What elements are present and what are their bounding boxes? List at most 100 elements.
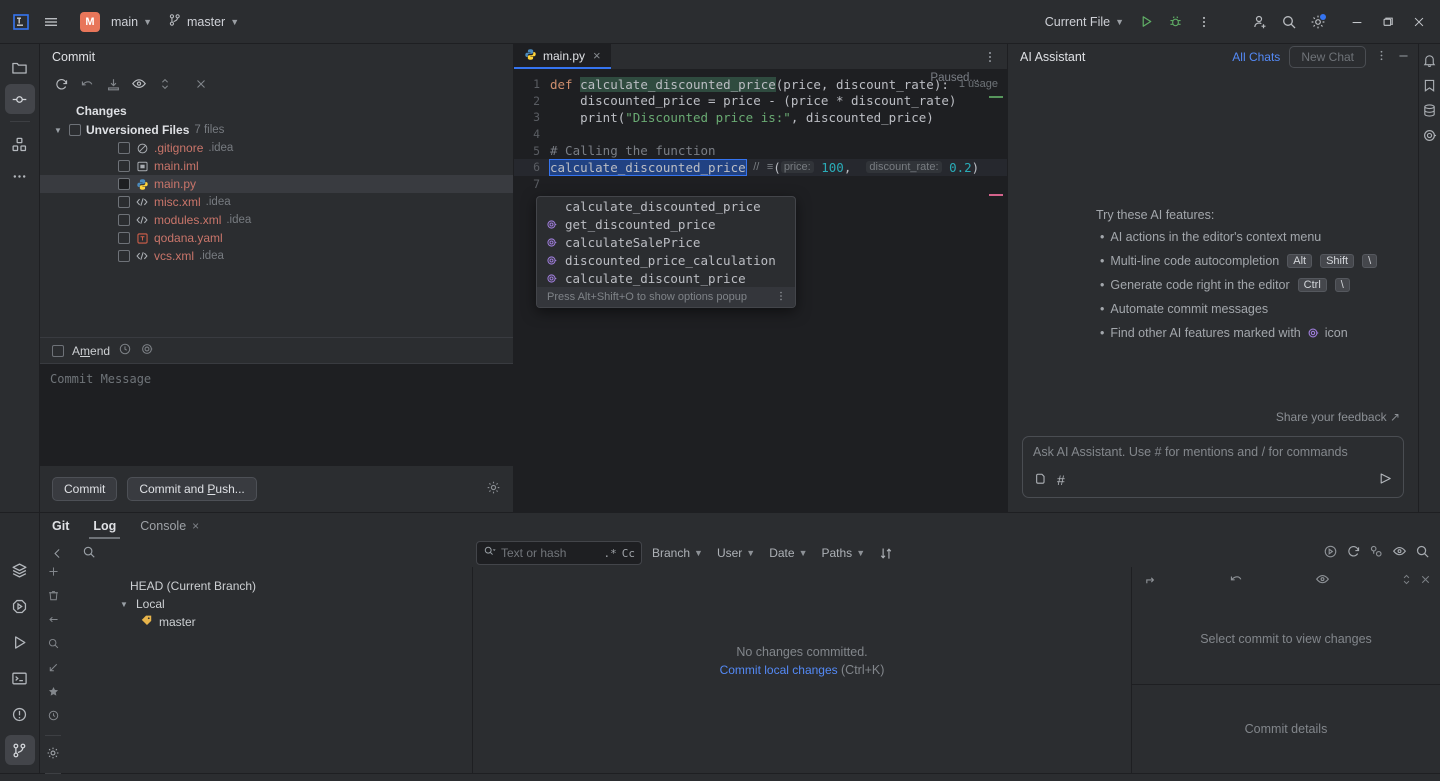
- run-button[interactable]: [1132, 8, 1160, 36]
- search-everywhere-button[interactable]: [1275, 8, 1303, 36]
- sidebar-item-project[interactable]: [5, 52, 35, 82]
- commit-button[interactable]: Commit: [52, 477, 118, 501]
- sidebar-item-terminal[interactable]: [5, 663, 35, 693]
- sidebar-item-run[interactable]: [5, 627, 35, 657]
- commit-local-changes-link[interactable]: Commit local changes: [720, 663, 838, 677]
- notifications-icon[interactable]: [1421, 51, 1439, 69]
- trash-icon[interactable]: [47, 589, 60, 605]
- add-user-button[interactable]: [1246, 8, 1274, 36]
- new-chat-button[interactable]: New Chat: [1289, 46, 1366, 68]
- refresh-icon[interactable]: [1346, 544, 1361, 562]
- sidebar-item-debug[interactable]: [5, 591, 35, 621]
- branch-local-group[interactable]: ▼ Local: [40, 595, 472, 613]
- plus-icon[interactable]: [47, 565, 60, 581]
- up-down-icon[interactable]: [1400, 573, 1413, 589]
- rollback-icon[interactable]: [76, 73, 98, 95]
- shelve-icon[interactable]: [102, 73, 124, 95]
- list-item[interactable]: main.py: [40, 175, 513, 193]
- sidebar-item-services[interactable]: [5, 555, 35, 585]
- autocomplete-item[interactable]: get_discounted_price: [537, 215, 795, 233]
- list-item[interactable]: .gitignore .idea: [40, 139, 513, 157]
- file-checkbox[interactable]: [118, 250, 130, 262]
- ai-prompt-input[interactable]: Ask AI Assistant. Use # for mentions and…: [1022, 436, 1404, 498]
- filter-date[interactable]: Date ▼: [765, 546, 811, 560]
- commit-message-input[interactable]: Commit Message: [40, 363, 513, 466]
- collapse-branches-button[interactable]: [46, 542, 68, 564]
- maximize-button[interactable]: [1373, 7, 1403, 37]
- ai-icon[interactable]: [140, 342, 154, 359]
- file-checkbox[interactable]: [118, 178, 130, 190]
- commit-and-push-button[interactable]: Commit and Push...: [127, 477, 257, 501]
- file-checkbox[interactable]: [118, 160, 130, 172]
- list-item[interactable]: qodana.yaml: [40, 229, 513, 247]
- autocomplete-item[interactable]: calculate_discounted_price: [537, 197, 795, 215]
- close-icon[interactable]: ×: [593, 48, 601, 63]
- autocomplete-item[interactable]: discounted_price_calculation: [537, 251, 795, 269]
- code-editor[interactable]: Paused... 1 def calculate_discounted_pri…: [514, 70, 1007, 512]
- file-checkbox[interactable]: [118, 196, 130, 208]
- run-configuration-selector[interactable]: Current File ▼: [1038, 11, 1131, 33]
- go-to-icon[interactable]: [1323, 544, 1338, 562]
- branch-selector[interactable]: master ▼: [161, 9, 246, 34]
- group-checkbox[interactable]: [69, 124, 81, 136]
- tab-log[interactable]: Log: [83, 513, 126, 539]
- amend-checkbox[interactable]: [52, 344, 64, 357]
- compare-icon[interactable]: [1369, 544, 1384, 562]
- expand-icon[interactable]: [1132, 572, 1159, 590]
- refresh-icon[interactable]: [50, 73, 72, 95]
- autocomplete-popup[interactable]: calculate_discounted_price get_discounte…: [536, 196, 796, 308]
- hamburger-menu-icon[interactable]: [37, 8, 65, 36]
- branch-head-row[interactable]: HEAD (Current Branch): [40, 577, 472, 595]
- database-icon[interactable]: [1421, 101, 1439, 119]
- editor-options-button[interactable]: [973, 44, 1007, 69]
- revert-icon[interactable]: [1229, 572, 1244, 590]
- expand-collapse-icon[interactable]: [154, 73, 176, 95]
- case-toggle[interactable]: Cc: [622, 547, 635, 560]
- search-dropdown-icon[interactable]: [483, 545, 496, 561]
- commit-search-input[interactable]: Text or hash .* Cc: [476, 541, 642, 565]
- editor-marker-bar[interactable]: [983, 70, 1003, 512]
- list-item[interactable]: misc.xml .idea: [40, 193, 513, 211]
- close-icon[interactable]: [190, 73, 212, 95]
- search-icon[interactable]: [47, 637, 60, 653]
- diagonal-arrow-icon[interactable]: [47, 661, 60, 677]
- hash-icon[interactable]: #: [1057, 472, 1065, 488]
- list-item[interactable]: main.iml: [40, 157, 513, 175]
- show-diff-icon[interactable]: [128, 73, 150, 95]
- sidebar-item-git[interactable]: [4, 735, 35, 765]
- sort-icon[interactable]: [875, 546, 898, 561]
- sidebar-item-commit[interactable]: [4, 84, 35, 114]
- search-icon[interactable]: [1415, 544, 1430, 562]
- file-checkbox[interactable]: [118, 142, 130, 154]
- all-chats-link[interactable]: All Chats: [1232, 50, 1280, 64]
- file-checkbox[interactable]: [118, 214, 130, 226]
- filter-branch[interactable]: Branch ▼: [648, 546, 707, 560]
- preview-icon[interactable]: [1315, 572, 1330, 590]
- chevron-down-icon[interactable]: ▼: [118, 600, 130, 609]
- unversioned-files-group[interactable]: ▼ Unversioned Files 7 files: [40, 121, 513, 139]
- close-icon[interactable]: ×: [192, 519, 199, 533]
- list-item[interactable]: modules.xml .idea: [40, 211, 513, 229]
- toolbar-more-button[interactable]: [1190, 8, 1218, 36]
- send-icon[interactable]: [1378, 471, 1393, 489]
- sidebar-item-problems[interactable]: [5, 699, 35, 729]
- ai-minimize-icon[interactable]: [1397, 49, 1410, 65]
- list-item[interactable]: vcs.xml .idea: [40, 247, 513, 265]
- debug-button[interactable]: [1161, 8, 1189, 36]
- gear-icon[interactable]: [46, 746, 60, 763]
- settings-button[interactable]: [1304, 8, 1332, 36]
- commit-settings-icon[interactable]: [486, 480, 501, 498]
- show-diff-icon[interactable]: [1392, 544, 1407, 562]
- chevron-down-icon[interactable]: ▼: [52, 126, 64, 135]
- star-icon[interactable]: [47, 685, 60, 701]
- project-selector[interactable]: M main ▼: [73, 8, 159, 36]
- ai-icon[interactable]: [1421, 126, 1439, 144]
- move-icon[interactable]: [47, 613, 60, 629]
- regex-toggle[interactable]: .*: [604, 547, 617, 560]
- more-vertical-icon[interactable]: [775, 290, 787, 305]
- ai-more-icon[interactable]: [1375, 49, 1388, 65]
- tab-main-py[interactable]: main.py ×: [514, 44, 611, 69]
- filter-user[interactable]: User ▼: [713, 546, 759, 560]
- autocomplete-item[interactable]: calculate_discount_price: [537, 269, 795, 287]
- app-logo-icon[interactable]: [7, 8, 35, 36]
